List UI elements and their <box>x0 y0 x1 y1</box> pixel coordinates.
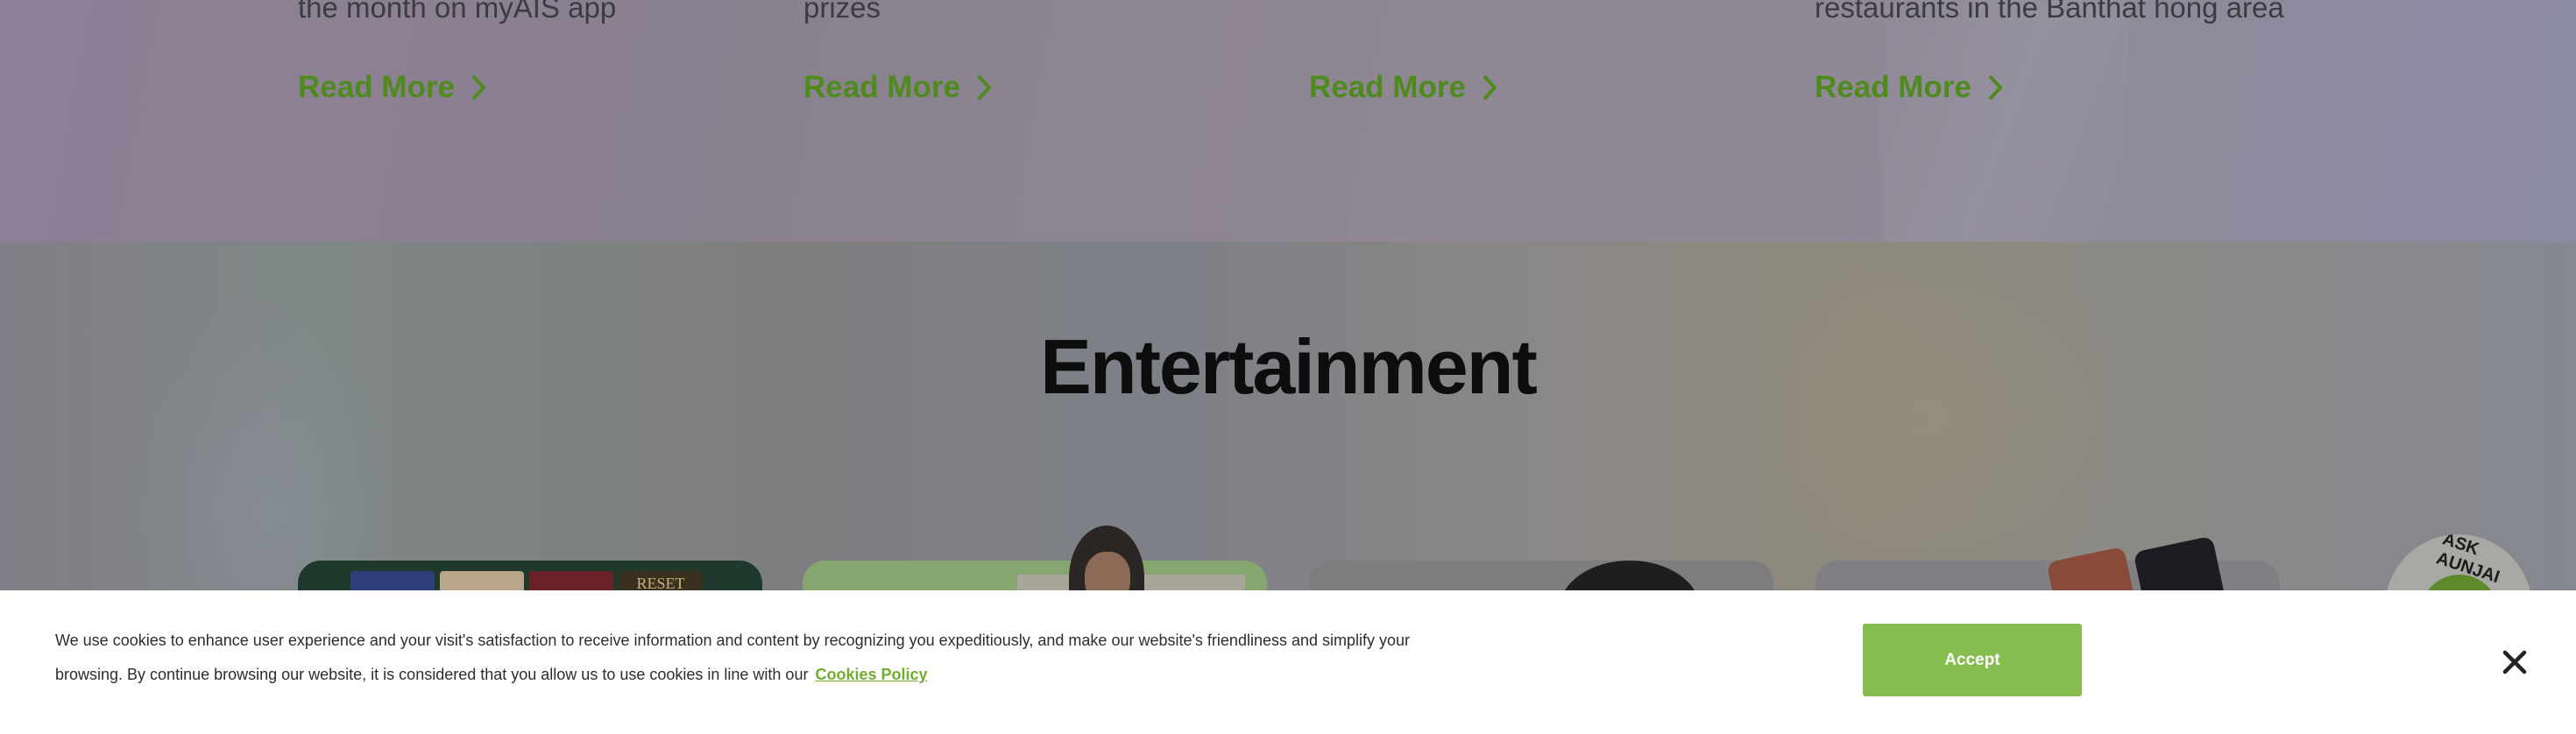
promotions-section: the month on myAIS app Read More prizes … <box>0 0 2576 242</box>
promo-description: the month on myAIS app <box>298 0 617 24</box>
read-more-link[interactable]: Read More <box>1309 70 1501 105</box>
cookie-message: We use cookies to enhance user experienc… <box>55 624 1422 692</box>
read-more-label: Read More <box>298 70 455 104</box>
chevron-right-icon <box>977 74 992 101</box>
read-more-link[interactable]: Read More <box>298 70 490 105</box>
background-sheen <box>1884 0 2129 242</box>
chevron-right-icon <box>471 74 486 101</box>
section-title: Entertainment <box>1040 323 1538 410</box>
chevron-right-icon <box>1988 74 2003 101</box>
cookie-banner: We use cookies to enhance user experienc… <box>0 590 2576 734</box>
chevron-right-icon <box>1483 74 1497 101</box>
close-icon[interactable] <box>2499 646 2530 678</box>
promo-description: restaurants in the Banthat hong area <box>1815 0 2284 24</box>
cookie-text: We use cookies to enhance user experienc… <box>55 632 1411 683</box>
read-more-link[interactable]: Read More <box>803 70 995 105</box>
read-more-label: Read More <box>803 70 960 104</box>
background-glow <box>1709 242 2147 592</box>
read-more-label: Read More <box>1815 70 1971 104</box>
promo-description: prizes <box>803 0 881 24</box>
accept-cookies-button[interactable]: Accept <box>1863 624 2082 696</box>
read-more-link[interactable]: Read More <box>1815 70 2006 105</box>
read-more-label: Read More <box>1309 70 1466 104</box>
cookies-policy-link[interactable]: Cookies Policy <box>815 666 927 683</box>
